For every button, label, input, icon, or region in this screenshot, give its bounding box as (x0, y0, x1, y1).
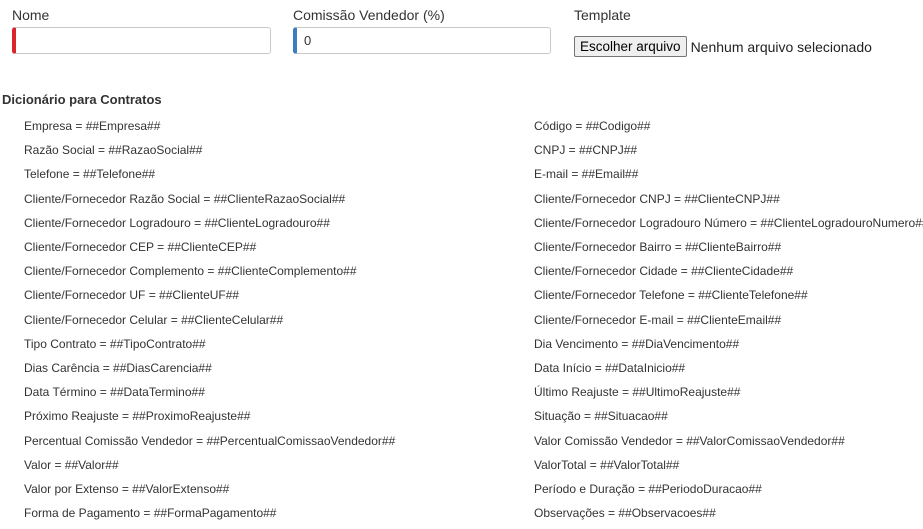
dictionary-item-right: Cliente/Fornecedor Telefone = ##ClienteT… (534, 288, 808, 302)
dictionary-item-right: Período e Duração = ##PeriodoDuracao## (534, 482, 762, 496)
dictionary-item-left: Próximo Reajuste = ##ProximoReajuste## (24, 409, 251, 423)
dictionary-item-right: Dia Vencimento = ##DiaVencimento## (534, 337, 740, 351)
comissao-vendedor-input[interactable] (293, 27, 551, 54)
dictionary-item-right: ValorTotal = ##ValorTotal## (534, 458, 680, 472)
template-file-picker: Escolher arquivo Nenhum arquivo selecion… (574, 36, 872, 57)
dictionary-item-left: Telefone = ##Telefone## (24, 167, 156, 181)
dictionary-item-left: Valor = ##Valor## (24, 458, 119, 472)
dictionary-item-left: Cliente/Fornecedor UF = ##ClienteUF## (24, 288, 240, 302)
dictionary-item-right: Data Início = ##DataInicio## (534, 361, 686, 375)
dictionary-item-left: Cliente/Fornecedor Complemento = ##Clien… (24, 264, 357, 278)
dictionary-item-right: Cliente/Fornecedor Cidade = ##ClienteCid… (534, 264, 794, 278)
template-label: Template (574, 7, 631, 23)
dictionary-item-right: Cliente/Fornecedor Bairro = ##ClienteBai… (534, 240, 782, 254)
dictionary-item-right: Observações = ##Observacoes## (534, 506, 716, 520)
dictionary-item-left: Cliente/Fornecedor CEP = ##ClienteCEP## (24, 240, 257, 254)
dictionary-item-left: Cliente/Fornecedor Celular = ##ClienteCe… (24, 313, 284, 327)
dictionary-item-right: CNPJ = ##CNPJ## (534, 143, 638, 157)
dictionary-item-left: Cliente/Fornecedor Logradouro = ##Client… (24, 216, 330, 230)
dictionary-item-left: Empresa = ##Empresa## (24, 119, 161, 133)
dictionary-item-right: Valor Comissão Vendedor = ##ValorComissa… (534, 434, 845, 448)
dictionary-item-right: Situação = ##Situacao## (534, 409, 668, 423)
dictionary-item-right: E-mail = ##Email## (534, 167, 639, 181)
file-status-text: Nenhum arquivo selecionado (690, 38, 872, 55)
dictionary-item-left: Cliente/Fornecedor Razão Social = ##Clie… (24, 192, 346, 206)
dictionary-item-left: Valor por Extenso = ##ValorExtenso## (24, 482, 230, 496)
dictionary-item-left: Tipo Contrato = ##TipoContrato## (24, 337, 206, 351)
dictionary-item-right: Cliente/Fornecedor E-mail = ##ClienteEma… (534, 313, 782, 327)
dictionary-item-left: Data Término = ##DataTermino## (24, 385, 205, 399)
comissao-vendedor-label: Comissão Vendedor (%) (293, 7, 445, 23)
dictionary-item-left: Forma de Pagamento = ##FormaPagamento## (24, 506, 277, 520)
choose-file-button[interactable]: Escolher arquivo (574, 36, 687, 57)
dictionary-item-right: Cliente/Fornecedor CNPJ = ##ClienteCNPJ#… (534, 192, 780, 206)
dictionary-item-left: Percentual Comissão Vendedor = ##Percent… (24, 434, 396, 448)
dictionary-item-right: Último Reajuste = ##UltimoReajuste## (534, 385, 741, 399)
nome-input[interactable] (12, 27, 271, 54)
contract-form-page: Nome Comissão Vendedor (%) Template Esco… (0, 0, 923, 529)
dictionary-title: Dicionário para Contratos (2, 92, 162, 107)
dictionary-item-right: Código = ##Codigo## (534, 119, 651, 133)
nome-label: Nome (12, 7, 50, 23)
dictionary-item-right: Cliente/Fornecedor Logradouro Número = #… (534, 216, 923, 230)
dictionary-item-left: Razão Social = ##RazaoSocial## (24, 143, 203, 157)
dictionary-item-left: Dias Carência = ##DiasCarencia## (24, 361, 212, 375)
